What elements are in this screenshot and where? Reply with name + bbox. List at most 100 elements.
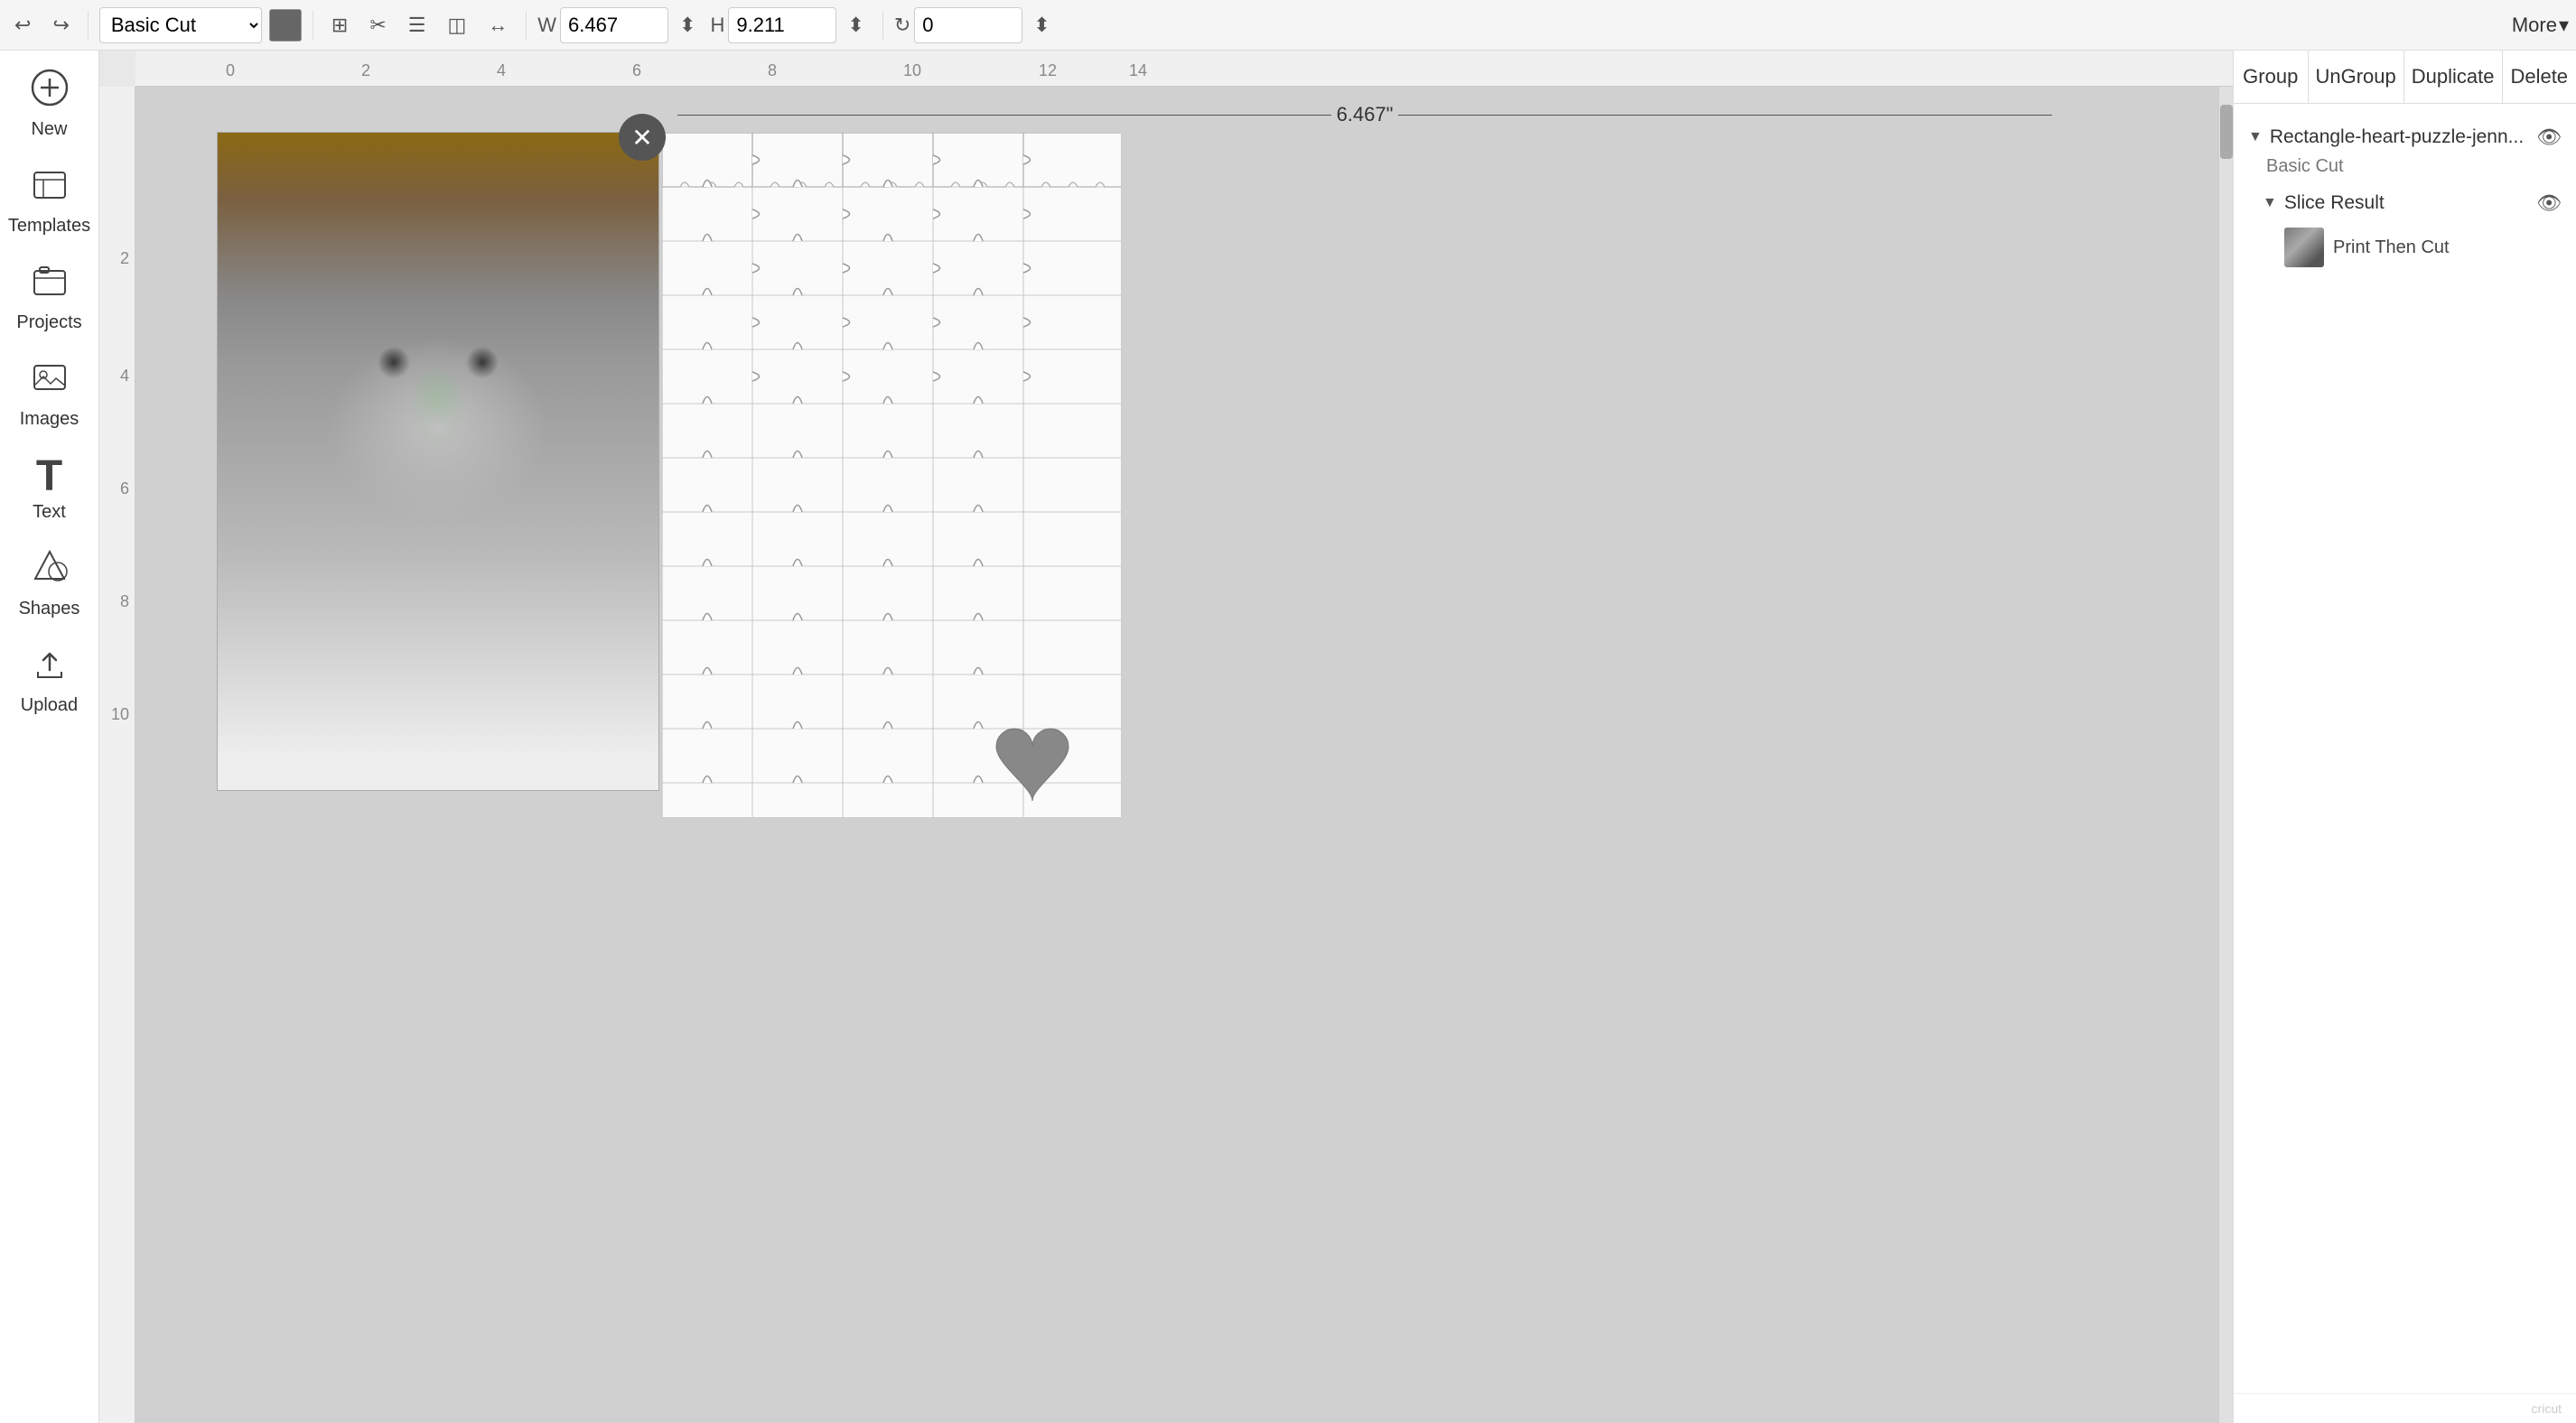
more-button[interactable]: More ▾ bbox=[2512, 14, 2569, 37]
height-input[interactable] bbox=[728, 7, 836, 43]
upload-icon bbox=[31, 645, 69, 692]
width-indicator: 6.467" bbox=[677, 103, 2052, 126]
toolbar-separator-1 bbox=[88, 11, 89, 40]
grid-button[interactable]: ⊞ bbox=[324, 10, 355, 41]
sidebar-item-new[interactable]: New bbox=[6, 58, 93, 151]
puzzle-overlay bbox=[661, 132, 1122, 818]
rotate-stepper[interactable]: ⬍ bbox=[1026, 10, 1057, 41]
ruler-mark-v2: 2 bbox=[120, 249, 129, 268]
ruler-mark-10: 10 bbox=[903, 61, 921, 80]
group-button[interactable]: Group bbox=[2234, 51, 2309, 103]
watermark-text: cricut bbox=[2532, 1401, 2562, 1416]
ruler-mark-v6: 6 bbox=[120, 479, 129, 498]
chevron-down-icon-2: ▼ bbox=[2263, 195, 2277, 211]
ruler-mark-14: 14 bbox=[1129, 61, 1147, 80]
right-panel-header: Group UnGroup Duplicate Delete bbox=[2234, 51, 2576, 104]
slice-result-header[interactable]: ▼ Slice Result 👁 bbox=[2263, 184, 2562, 222]
more-label: More bbox=[2512, 14, 2557, 37]
cat-image bbox=[218, 133, 658, 790]
rotate-icon: ↻ bbox=[894, 14, 910, 37]
sidebar-item-text-label: Text bbox=[33, 502, 66, 523]
ruler-mark-4: 4 bbox=[497, 61, 506, 80]
ruler-mark-2: 2 bbox=[361, 61, 370, 80]
height-label: H bbox=[710, 14, 724, 37]
ruler-mark-v4: 4 bbox=[120, 367, 129, 386]
align-button[interactable]: ☰ bbox=[401, 10, 434, 41]
rotate-group: ↻ ⬍ bbox=[894, 7, 1058, 43]
print-then-cut-item: Print Then Cut bbox=[2263, 222, 2562, 267]
layer-header-main[interactable]: ▼ Rectangle-heart-puzzle-jenn... 👁 bbox=[2248, 118, 2562, 156]
print-then-cut-label: Print Then Cut bbox=[2333, 237, 2450, 258]
ruler-mark-v8: 8 bbox=[120, 592, 129, 611]
right-panel-layers: ▼ Rectangle-heart-puzzle-jenn... 👁 Basic… bbox=[2234, 104, 2576, 1393]
layer-main-name: Rectangle-heart-puzzle-jenn... bbox=[2270, 126, 2529, 148]
scrollbar[interactable] bbox=[2218, 87, 2233, 1423]
height-stepper[interactable]: ⬍ bbox=[840, 10, 871, 41]
sidebar-item-templates[interactable]: Templates bbox=[6, 154, 93, 247]
print-then-cut-thumbnail bbox=[2284, 228, 2324, 267]
toolbar-separator-4 bbox=[882, 11, 883, 40]
ruler-mark-6: 6 bbox=[632, 61, 641, 80]
canvas-area: 0 2 4 6 8 10 12 14 2 4 6 8 10 bbox=[99, 51, 2233, 1423]
ungroup-button[interactable]: UnGroup bbox=[2309, 51, 2404, 103]
sidebar-item-projects[interactable]: Projects bbox=[6, 251, 93, 344]
sidebar-item-new-label: New bbox=[31, 119, 67, 140]
sidebar-item-shapes[interactable]: Shapes bbox=[6, 537, 93, 630]
canvas-content: 6.467" ✕ bbox=[135, 87, 2233, 1423]
width-group: W ⬍ bbox=[537, 7, 703, 43]
right-panel: Group UnGroup Duplicate Delete ▼ Rectang… bbox=[2233, 51, 2576, 1423]
width-line-right bbox=[1398, 115, 2052, 116]
ruler-mark-12: 12 bbox=[1039, 61, 1057, 80]
more-arrow-icon: ▾ bbox=[2559, 14, 2569, 37]
new-icon bbox=[31, 69, 69, 116]
templates-icon bbox=[31, 165, 69, 212]
puzzle-svg bbox=[662, 133, 1122, 818]
ruler-mark-8: 8 bbox=[768, 61, 777, 80]
width-indicator-text: 6.467" bbox=[1337, 103, 1394, 126]
cat-photo bbox=[217, 132, 659, 791]
ruler-left: 2 4 6 8 10 bbox=[99, 87, 135, 1423]
sidebar-item-shapes-label: Shapes bbox=[19, 599, 80, 619]
layer-section-main: ▼ Rectangle-heart-puzzle-jenn... 👁 Basic… bbox=[2248, 118, 2562, 267]
layers-button[interactable]: ◫ bbox=[440, 10, 473, 41]
sidebar-item-upload[interactable]: Upload bbox=[6, 634, 93, 727]
rotate-input[interactable] bbox=[914, 7, 1022, 43]
slice-result-section: ▼ Slice Result 👁 Print Then Cut bbox=[2248, 184, 2562, 267]
slice-result-name: Slice Result bbox=[2284, 192, 2529, 214]
sidebar-item-projects-label: Projects bbox=[16, 312, 81, 333]
close-button[interactable]: ✕ bbox=[619, 114, 666, 161]
chevron-down-icon: ▼ bbox=[2248, 129, 2263, 145]
eye-icon-main[interactable]: 👁 bbox=[2536, 126, 2562, 149]
toolbar: ↩ ↪ Basic Cut Print Then Cut Draw ⊞ ✂ ☰ … bbox=[0, 0, 2576, 51]
undo-button[interactable]: ↩ bbox=[7, 10, 38, 41]
sidebar-item-images-label: Images bbox=[20, 409, 79, 430]
left-sidebar: New Templates Projects Images bbox=[0, 51, 99, 1423]
watermark-area: cricut bbox=[2234, 1393, 2576, 1423]
redo-button[interactable]: ↪ bbox=[45, 10, 76, 41]
width-label: W bbox=[537, 14, 556, 37]
text-icon: T bbox=[36, 455, 62, 498]
sidebar-item-text[interactable]: T Text bbox=[6, 444, 93, 534]
color-picker[interactable] bbox=[269, 9, 302, 42]
layer-main-type: Basic Cut bbox=[2248, 156, 2562, 177]
width-input[interactable] bbox=[560, 7, 668, 43]
scissors-button[interactable]: ✂ bbox=[362, 10, 393, 41]
sidebar-item-templates-label: Templates bbox=[8, 216, 90, 237]
flip-button[interactable]: ↔ bbox=[481, 10, 515, 41]
ruler-mark-v10: 10 bbox=[111, 705, 129, 724]
sidebar-item-upload-label: Upload bbox=[21, 695, 78, 716]
toolbar-separator-3 bbox=[526, 11, 527, 40]
thumbnail-image bbox=[2284, 228, 2324, 267]
projects-icon bbox=[31, 262, 69, 309]
eye-icon-slice[interactable]: 👁 bbox=[2536, 191, 2562, 215]
sidebar-item-images[interactable]: Images bbox=[6, 348, 93, 441]
duplicate-button[interactable]: Duplicate bbox=[2404, 51, 2503, 103]
ruler-mark-0: 0 bbox=[226, 61, 235, 80]
height-group: H ⬍ bbox=[710, 7, 871, 43]
ruler-top: 0 2 4 6 8 10 12 14 bbox=[135, 51, 2233, 87]
operation-select[interactable]: Basic Cut Print Then Cut Draw bbox=[99, 7, 262, 43]
scrollbar-thumb[interactable] bbox=[2220, 105, 2233, 159]
delete-button[interactable]: Delete bbox=[2503, 51, 2576, 103]
width-stepper[interactable]: ⬍ bbox=[672, 10, 703, 41]
images-icon bbox=[31, 358, 69, 405]
